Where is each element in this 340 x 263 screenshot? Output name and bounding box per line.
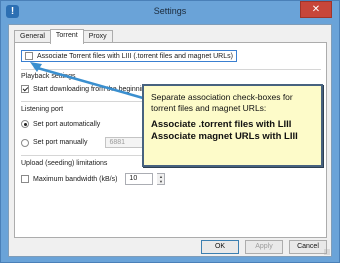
spin-down-icon[interactable]: ▼ [157,179,164,184]
port-number-input[interactable]: 6881 [105,137,144,148]
listening-port-label: Listening port [21,106,64,113]
associate-torrent-checkbox[interactable] [25,52,33,60]
callout-line-torrent: Associate .torrent files with LIII [151,119,292,130]
associate-torrent-label: Associate Torrent files with LIII (.torr… [37,52,233,60]
set-port-manual-radio[interactable] [21,138,29,147]
max-bandwidth-label: Maximum bandwidth (kB/s) [33,175,118,183]
bandwidth-spinner[interactable]: ▲ ▼ [157,173,166,185]
ok-button[interactable]: OK [201,240,239,254]
tab-torrent[interactable]: Torrent [49,29,84,44]
tab-strip: General Torrent Proxy [14,29,113,44]
max-bandwidth-checkbox[interactable] [21,175,29,183]
divider [21,69,321,70]
title-bar[interactable]: ! Settings ✕ [1,1,339,23]
apply-button[interactable]: Apply [245,240,283,254]
bandwidth-input[interactable]: 10 [125,173,154,185]
callout-description: Separate association check-boxes for tor… [151,92,293,113]
start-download-checkbox[interactable] [21,85,29,93]
window-title: Settings [153,6,187,16]
start-download-label: Start downloading from the beginning to [33,85,157,93]
close-button[interactable]: ✕ [300,1,332,18]
callout-line-magnet: Associate magnet URLs with LIII [151,131,298,142]
upload-limitations-label: Upload (seeding) limitations [21,160,108,167]
resize-grip-icon[interactable] [324,249,330,255]
cancel-button[interactable]: Cancel [289,240,327,254]
start-download-option[interactable]: Start downloading from the beginning to [21,85,157,93]
set-port-auto-label: Set port automatically [33,120,101,128]
playback-settings-label: Playback settings [21,73,76,80]
set-port-manual-label: Set port manually [33,139,88,146]
set-port-manual-option[interactable]: Set port manually 6881 [21,137,144,148]
associate-torrent-option[interactable]: Associate Torrent files with LIII (.torr… [21,50,237,62]
annotation-callout: Separate association check-boxes for tor… [142,84,323,167]
set-port-auto-option[interactable]: Set port automatically [21,120,100,128]
max-bandwidth-option[interactable]: Maximum bandwidth (kB/s) 10 ▲ ▼ [21,173,166,185]
set-port-auto-radio[interactable] [21,120,29,128]
